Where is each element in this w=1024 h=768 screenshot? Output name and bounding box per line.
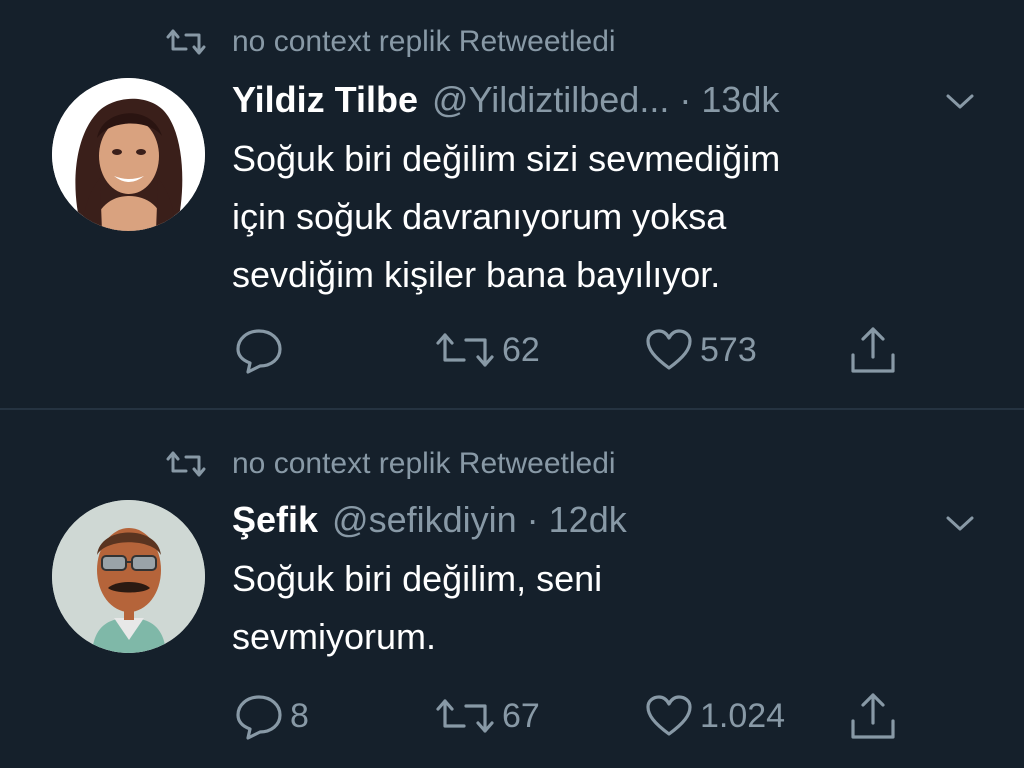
tweet-text-line: Soğuk biri değilim sizi sevmediğim (232, 138, 781, 179)
tweet-text: Soğuk biri değilim, seni sevmiyorum. (232, 550, 972, 666)
retweeted-by-label: no context replik Retweetledi (232, 25, 616, 58)
retweet-icon (436, 333, 494, 367)
tweet-text: Soğuk biri değilim sizi sevmediğim için … (232, 130, 972, 304)
reply-button[interactable] (234, 320, 290, 380)
tweet-text-line: için soğuk davranıyorum yoksa (232, 196, 727, 237)
like-button[interactable]: 1.024 (644, 686, 785, 746)
share-button[interactable] (848, 686, 898, 746)
retweet-button[interactable]: 62 (434, 320, 540, 380)
timestamp[interactable]: · 13dk (679, 76, 779, 124)
retweet-count: 67 (502, 696, 540, 735)
woman-portrait-image (52, 78, 205, 231)
share-button[interactable] (848, 320, 898, 380)
avatar[interactable] (52, 78, 205, 231)
retweet-button[interactable]: 67 (434, 686, 540, 746)
like-count: 573 (700, 330, 757, 369)
retweet-count: 62 (502, 330, 540, 369)
like-count: 1.024 (700, 696, 786, 735)
chevron-down-icon[interactable] (940, 86, 980, 116)
avatar[interactable] (52, 500, 205, 653)
tweet-actions: 62 573 (0, 320, 1024, 380)
display-name[interactable]: Yildiz Tilbe (232, 76, 418, 124)
retweet-icon (436, 699, 494, 733)
reply-button[interactable]: 8 (234, 686, 309, 746)
tweet-header: Şefik @sefikdiyin · 12dk (232, 496, 627, 544)
reply-icon (236, 695, 282, 740)
share-icon (851, 327, 895, 373)
man-portrait-image (52, 500, 205, 653)
share-icon (851, 693, 895, 739)
tweet-text-line: sevmiyorum. (232, 616, 437, 657)
like-button[interactable]: 573 (644, 320, 757, 380)
tweet-header: Yildiz Tilbe @Yildiztilbed... · 13dk (232, 76, 779, 124)
heart-icon (646, 329, 692, 370)
chevron-down-icon[interactable] (940, 508, 980, 538)
tweet-actions: 8 67 1.024 (0, 686, 1024, 746)
reply-icon (236, 329, 282, 374)
retweeted-by-label: no context replik Retweetledi (232, 447, 616, 480)
tweet-text-line: sevdiğim kişiler bana bayılıyor. (232, 254, 721, 295)
display-name[interactable]: Şefik (232, 496, 318, 544)
heart-icon (646, 695, 692, 736)
timestamp[interactable]: · 12dk (527, 496, 627, 544)
tweet[interactable]: no context replik Retweetledi Yildiz Til… (0, 0, 1024, 408)
retweet-icon (166, 29, 206, 55)
user-handle[interactable]: @Yildiztilbed... (432, 76, 669, 124)
reply-count: 8 (290, 696, 309, 735)
retweet-icon (166, 451, 206, 477)
user-handle[interactable]: @sefikdiyin (332, 496, 517, 544)
tweet[interactable]: no context replik Retweetledi Şefik @sef… (0, 410, 1024, 768)
tweet-text-line: Soğuk biri değilim, seni (232, 558, 603, 599)
